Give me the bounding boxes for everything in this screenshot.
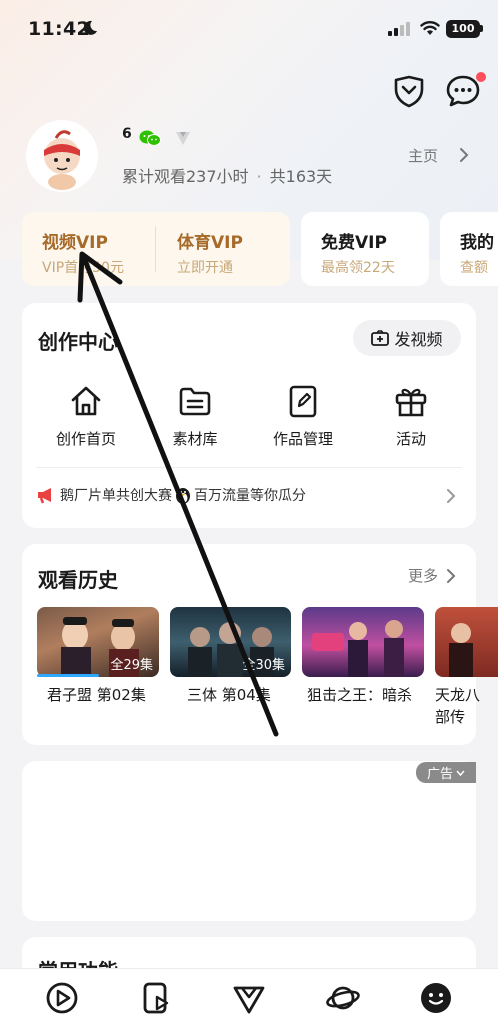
chevron-right-icon[interactable]: [446, 568, 456, 584]
watch-progress-bar: [37, 674, 99, 677]
episode-count: 全30集: [242, 658, 285, 673]
drama-poster-image: [449, 623, 473, 677]
my-card-subtitle: 查额: [460, 260, 488, 276]
folder-icon: [179, 387, 211, 416]
post-video-label: 发视频: [394, 330, 443, 349]
history-thumbnail[interactable]: 全30集: [170, 607, 291, 677]
divider: [36, 467, 462, 468]
feature-material-library[interactable]: 素材库: [147, 384, 243, 449]
chevron-right-icon[interactable]: [446, 488, 456, 504]
sports-vip-card[interactable]: 体育VIP 立即开通: [156, 212, 290, 286]
home-icon: [71, 386, 101, 416]
play-icon[interactable]: [44, 980, 80, 1016]
gift-icon: [395, 388, 427, 417]
more-link[interactable]: 更多: [408, 565, 438, 586]
creation-center-title: 创作中心: [38, 330, 118, 354]
feature-creation-home[interactable]: 创作首页: [38, 384, 134, 449]
video-vip-card[interactable]: 视频VIP VIP首月50元: [22, 212, 155, 286]
planet-icon[interactable]: [325, 980, 361, 1016]
vip-level-icon: [176, 132, 190, 145]
history-thumbnail[interactable]: [435, 607, 498, 677]
ad-label: 广告: [426, 767, 453, 782]
notification-dot: [476, 72, 486, 82]
short-video-icon[interactable]: [138, 980, 174, 1016]
feature-label: 创作首页: [55, 430, 116, 448]
promo-text-part2: 百万流量等你瓜分: [194, 488, 306, 504]
feature-label: 素材库: [172, 430, 218, 448]
sports-vip-title: 体育VIP: [177, 233, 243, 253]
promo-notice[interactable]: 鹅厂片单共创大赛 百万流量等你瓜分: [36, 484, 462, 506]
ad-card[interactable]: [22, 761, 476, 921]
chevron-down-icon: [456, 770, 465, 776]
history-item-title[interactable]: 狙击之王：暗杀: [307, 684, 412, 705]
video-vip-subtitle: VIP首月50元: [42, 260, 124, 276]
history-item-title[interactable]: 君子盟 第02集: [47, 684, 146, 705]
my-card-title: 我的: [460, 233, 494, 253]
status-time: 11:42: [28, 18, 90, 40]
penguin-icon: [176, 488, 190, 504]
battery-tip: [480, 25, 483, 32]
watch-history-title: 观看历史: [38, 568, 118, 592]
video-vip-title: 视频VIP: [42, 233, 108, 253]
free-vip-subtitle: 最高领22天: [321, 260, 395, 276]
video-camera-icon: [371, 330, 390, 346]
feature-activities[interactable]: 活动: [363, 384, 459, 449]
history-thumbnail[interactable]: 全29集: [37, 607, 159, 677]
episode-count: 全29集: [110, 658, 153, 673]
cellular-signal-icon: [388, 22, 410, 36]
homepage-link[interactable]: 主页: [408, 145, 438, 166]
history-item-title[interactable]: 三体 第04集: [187, 684, 271, 705]
edit-icon: [289, 385, 317, 418]
movie-poster-image: [312, 620, 404, 677]
shield-icon[interactable]: [392, 74, 426, 108]
avatar[interactable]: [26, 120, 98, 192]
wifi-icon: [420, 21, 440, 35]
post-video-button[interactable]: 发视频: [353, 320, 461, 356]
feature-work-management[interactable]: 作品管理: [255, 384, 351, 449]
promo-text-part1: 鹅厂片单共创大赛: [60, 488, 172, 504]
chevron-right-icon[interactable]: [458, 146, 470, 164]
vip-crown-icon[interactable]: [231, 980, 267, 1016]
watch-time: 累计观看237小时: [122, 167, 249, 186]
battery-indicator: 100: [446, 20, 480, 38]
profile-stats: 累计观看237小时 · 共163天: [122, 167, 333, 186]
history-thumbnail[interactable]: [302, 607, 424, 677]
profile-face-icon[interactable]: [418, 980, 454, 1016]
megaphone-icon: [38, 488, 51, 504]
feature-label: 活动: [395, 430, 426, 448]
moon-icon: [83, 20, 97, 35]
ad-tag[interactable]: 广告: [416, 762, 476, 783]
username: 6: [122, 126, 132, 142]
feature-label: 作品管理: [272, 430, 333, 448]
cartoon-avatar-icon: [44, 130, 80, 190]
sports-vip-subtitle: 立即开通: [177, 260, 233, 276]
wechat-icon: [139, 130, 161, 146]
history-item-title[interactable]: 天龙八部传: [435, 684, 493, 728]
free-vip-title: 免费VIP: [321, 233, 387, 253]
active-days: 共163天: [269, 167, 333, 186]
my-card[interactable]: 我的 查额: [440, 212, 498, 286]
free-vip-card[interactable]: 免费VIP 最高领22天: [301, 212, 429, 286]
